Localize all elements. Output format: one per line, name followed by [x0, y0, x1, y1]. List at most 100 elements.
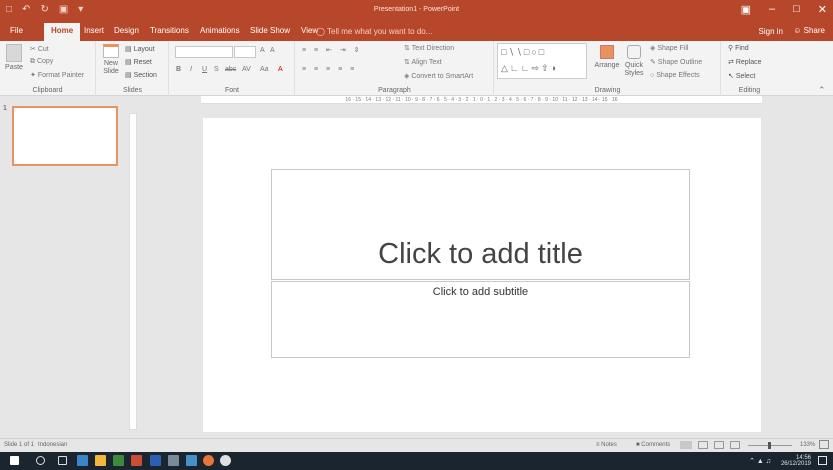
collapse-ribbon-icon[interactable]: ⌃: [818, 85, 826, 96]
subtitle-placeholder-text: Click to add subtitle: [432, 286, 529, 298]
maximize-icon[interactable]: □: [793, 3, 800, 16]
shape-fill-label: Shape Fill: [657, 45, 689, 52]
new-slide-button[interactable]: New Slide: [100, 44, 122, 76]
reading-view-icon[interactable]: [714, 441, 724, 449]
sign-in-link[interactable]: Sign in: [759, 27, 783, 36]
zoom-slider-thumb[interactable]: [768, 442, 771, 449]
copy-button[interactable]: ⧉ Copy: [30, 58, 53, 66]
minimize-icon[interactable]: –: [769, 3, 775, 16]
font-size-select[interactable]: [234, 46, 256, 58]
tab-insert[interactable]: Insert: [80, 25, 108, 41]
comments-button[interactable]: ■ Comments: [636, 442, 670, 448]
title-placeholder[interactable]: Click to add title: [271, 169, 690, 280]
language-indicator[interactable]: Indonesian: [38, 442, 67, 448]
font-group-label: Font: [224, 87, 239, 94]
new-slide-icon: [103, 44, 119, 58]
notifications-icon[interactable]: [818, 456, 827, 465]
windows-start-icon[interactable]: [10, 456, 19, 465]
character-spacing-button[interactable]: AV: [242, 66, 251, 73]
task-view-icon[interactable]: [58, 456, 67, 465]
bold-button[interactable]: B: [176, 66, 181, 73]
find-label: Find: [735, 45, 749, 52]
section-icon: ▤: [125, 72, 134, 79]
font-color-button[interactable]: A: [278, 66, 283, 73]
quick-styles-button[interactable]: Quick Styles: [623, 45, 645, 78]
shapes-gallery[interactable]: □∖∖□○□ △∟∟⇨⇧◑: [497, 43, 587, 79]
align-text-button[interactable]: ⇅ Align Text: [404, 58, 442, 66]
grow-font-button[interactable]: A: [260, 47, 265, 54]
paste-button[interactable]: Paste: [4, 44, 24, 72]
italic-button[interactable]: I: [190, 66, 192, 73]
vertical-scrollbar[interactable]: [823, 104, 833, 438]
normal-view-icon[interactable]: [680, 441, 692, 449]
firefox-icon[interactable]: [203, 455, 214, 466]
format-painter-button[interactable]: ✦ Format Painter: [30, 71, 84, 79]
notes-button[interactable]: ≡ Notes: [596, 442, 617, 448]
select-label: Select: [735, 73, 756, 80]
slide-sorter-icon[interactable]: [698, 441, 708, 449]
change-case-button[interactable]: Aa: [260, 66, 269, 73]
paste-icon: [6, 44, 22, 62]
reset-label: Reset: [133, 59, 152, 66]
powerpoint-icon[interactable]: [131, 455, 142, 466]
windows-taskbar: ⌃ ▲ ♫ 14:56 26/12/2019: [0, 452, 833, 470]
replace-button[interactable]: ⇄ Replace: [728, 58, 762, 66]
format-painter-label: Format Painter: [37, 72, 85, 79]
zoom-level[interactable]: 133%: [800, 442, 815, 448]
subtitle-placeholder[interactable]: Click to add subtitle: [271, 281, 690, 358]
shape-fill-button[interactable]: ◈ Shape Fill: [650, 44, 688, 52]
tab-slide-show[interactable]: Slide Show: [246, 25, 294, 41]
cut-button[interactable]: ✂ Cut: [30, 45, 49, 53]
tab-transitions[interactable]: Transitions: [146, 25, 193, 41]
bullets-numbering-icon[interactable]: ≡ ≡ ⇤ ⇥ ⇕: [302, 46, 363, 54]
tell-me-search[interactable]: ◯ Tell me what you want to do...: [316, 27, 432, 36]
shrink-font-button[interactable]: A: [270, 47, 275, 54]
slide-thumbnails-pane: 1: [0, 103, 124, 438]
app-icon[interactable]: [168, 455, 179, 466]
browser-icon[interactable]: [77, 455, 88, 466]
cut-label: Cut: [37, 46, 49, 53]
app-icon-2[interactable]: [186, 455, 197, 466]
clock[interactable]: 14:56 26/12/2019: [781, 455, 811, 467]
layout-button[interactable]: ▤ Layout: [125, 45, 155, 53]
tab-file[interactable]: File: [6, 25, 27, 41]
system-tray-icons[interactable]: ⌃ ▲ ♫: [749, 457, 771, 465]
excel-icon[interactable]: [113, 455, 124, 466]
clock-date: 26/12/2019: [780, 461, 811, 467]
alignment-icons[interactable]: ≡ ≡ ≡ ≡ ≡: [302, 66, 357, 73]
tab-design[interactable]: Design: [110, 25, 143, 41]
brush-icon: ✦: [30, 72, 38, 79]
underline-button[interactable]: U: [202, 66, 207, 73]
slide-count: Slide 1 of 1: [4, 442, 35, 448]
paragraph-group-label: Paragraph: [378, 87, 411, 94]
app-icon-3[interactable]: [220, 455, 231, 466]
file-explorer-icon[interactable]: [95, 455, 106, 466]
select-button[interactable]: ↖ Select: [728, 72, 755, 80]
shape-effects-label: Shape Effects: [656, 72, 700, 79]
close-icon[interactable]: ✕: [818, 3, 827, 16]
tab-home[interactable]: Home: [44, 23, 81, 41]
tell-me-text: Tell me what you want to do...: [327, 27, 433, 36]
arrange-button[interactable]: Arrange: [593, 45, 621, 70]
search-icon[interactable]: [36, 456, 45, 465]
find-button[interactable]: ⚲ Find: [728, 44, 749, 52]
reset-button[interactable]: ▤ Reset: [125, 58, 152, 66]
convert-smartart-button[interactable]: ◈ Convert to SmartArt: [404, 72, 473, 80]
title-placeholder-text: Click to add title: [378, 238, 583, 270]
fit-to-window-icon[interactable]: [819, 440, 829, 449]
section-button[interactable]: ▤ Section: [125, 71, 157, 79]
shadow-button[interactable]: S: [214, 66, 219, 73]
text-direction-button[interactable]: ⇅ Text Direction: [404, 44, 454, 52]
slide-thumbnail[interactable]: [12, 106, 118, 166]
text-direction-icon: ⇅: [404, 45, 412, 52]
font-family-select[interactable]: [175, 46, 233, 58]
tab-animations[interactable]: Animations: [196, 25, 244, 41]
shape-effects-button[interactable]: ○ Shape Effects: [650, 72, 700, 79]
word-icon[interactable]: [150, 455, 161, 466]
ribbon-display-options-icon[interactable]: ▣: [741, 3, 751, 16]
slideshow-icon[interactable]: [730, 441, 740, 449]
share-button[interactable]: ☺ Share: [793, 26, 825, 35]
strikethrough-button[interactable]: abc: [225, 66, 236, 73]
shape-outline-button[interactable]: ✎ Shape Outline: [650, 58, 702, 66]
share-label: Share: [803, 26, 825, 35]
